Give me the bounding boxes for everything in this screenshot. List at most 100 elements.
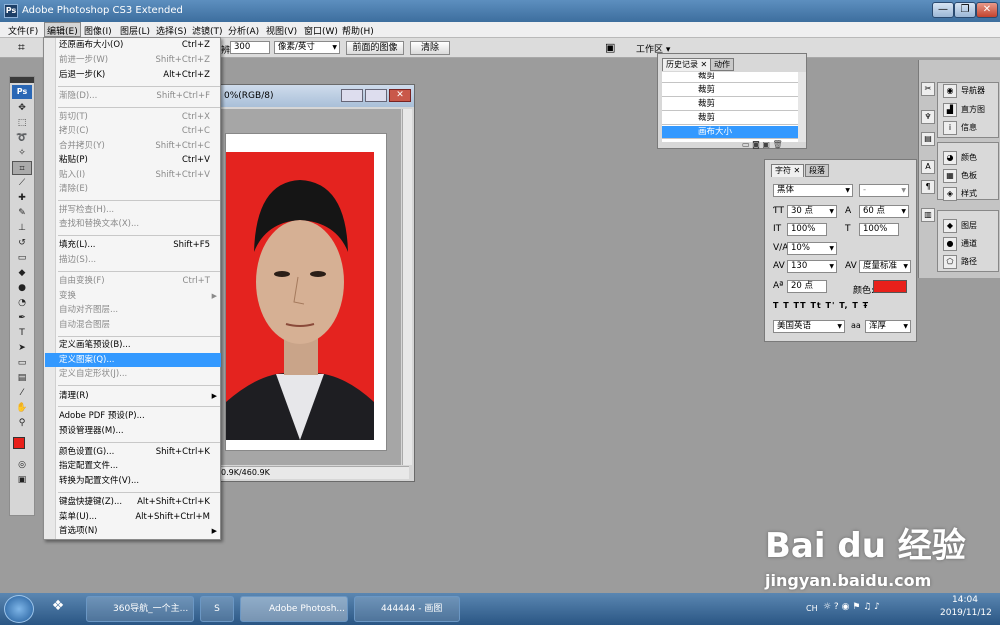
taskbar-item-paint[interactable]: 444444 - 画图: [354, 596, 460, 622]
menu-image[interactable]: 图像(I): [84, 24, 112, 37]
menu-help[interactable]: 帮助(H): [342, 24, 374, 37]
tool-presets-icon[interactable]: ♆: [921, 110, 935, 124]
magic-wand-tool-icon[interactable]: ✧: [12, 146, 32, 160]
doc-close-button[interactable]: ✕: [389, 89, 411, 102]
menu-item-find-replace[interactable]: 查找和替换文本(X)...: [58, 217, 220, 231]
text-color-swatch[interactable]: [873, 280, 907, 293]
dodge-tool-icon[interactable]: ◔: [12, 296, 32, 310]
tab-history[interactable]: 历史记录 ✕: [662, 58, 712, 71]
menu-item-stroke[interactable]: 描边(S)...: [58, 253, 220, 267]
menu-item-fade[interactable]: 渐隐(D)... Shift+Ctrl+F: [58, 89, 220, 103]
kerning-select[interactable]: 度量标准: [859, 260, 911, 273]
menu-item-define-pattern[interactable]: 定义图案(Q)...: [45, 353, 221, 367]
menu-view[interactable]: 视图(V): [266, 24, 297, 37]
slice-tool-icon[interactable]: ⟋: [12, 176, 32, 190]
history-item[interactable]: 裁剪: [662, 84, 798, 97]
menu-filter[interactable]: 滤镜(T): [192, 24, 223, 37]
stamp-tool-icon[interactable]: ⊥: [12, 221, 32, 235]
menu-item-auto-blend[interactable]: 自动混合图层: [58, 318, 220, 332]
horizontal-scale-input[interactable]: 100%: [859, 223, 899, 236]
menu-item-keyboard-shortcuts[interactable]: 键盘快捷键(Z)... Alt+Shift+Ctrl+K: [58, 495, 220, 509]
menu-item-preset-manager[interactable]: 预设管理器(M)...: [58, 424, 220, 438]
dock-styles[interactable]: 样式: [961, 186, 977, 202]
vertical-scale-input[interactable]: 100%: [787, 223, 827, 236]
move-tool-icon[interactable]: ✥: [12, 101, 32, 115]
brush-tool-icon[interactable]: ✎: [12, 206, 32, 220]
menu-item-color-settings[interactable]: 颜色设置(G)... Shift+Ctrl+K: [58, 445, 220, 459]
tab-character[interactable]: 字符 ✕: [771, 164, 805, 177]
quick-mask-icon[interactable]: ◎: [12, 458, 32, 472]
healing-brush-icon[interactable]: ✚: [12, 191, 32, 205]
history-footer-icons[interactable]: ▭ ◙ ▣ 🗑: [742, 140, 783, 149]
menu-item-auto-align[interactable]: 自动对齐图层...: [58, 303, 220, 317]
resolution-input[interactable]: 300: [230, 41, 270, 54]
tab-actions[interactable]: 动作: [710, 58, 734, 71]
crop-tool-icon[interactable]: ⌗: [12, 161, 32, 175]
menu-item-step-backward[interactable]: 后退一步(K) Alt+Ctrl+Z: [58, 68, 220, 82]
menu-item-transform[interactable]: 变换 ▶: [58, 289, 220, 303]
shape-tool-icon[interactable]: ▭: [12, 356, 32, 370]
menu-item-free-transform[interactable]: 自由变换(F) Ctrl+T: [58, 274, 220, 288]
taskbar-item-360[interactable]: 360导航_一个主...: [86, 596, 194, 622]
menu-edit[interactable]: 编辑(E): [44, 22, 81, 37]
blur-tool-icon[interactable]: ●: [12, 281, 32, 295]
font-size-select[interactable]: 30 点: [787, 205, 837, 218]
menu-item-copy[interactable]: 拷贝(C) Ctrl+C: [58, 124, 220, 138]
resolution-unit-select[interactable]: 像素/英寸: [274, 41, 340, 54]
swatches-icon[interactable]: ▦: [943, 169, 957, 183]
history-brush-icon[interactable]: ↺: [12, 236, 32, 250]
crop-icon[interactable]: ⌗: [18, 40, 25, 55]
leading-select[interactable]: 60 点: [859, 205, 909, 218]
menu-item-paste-into[interactable]: 贴入(I) Shift+Ctrl+V: [58, 168, 220, 182]
menu-item-check-spelling[interactable]: 拼写检查(H)...: [58, 203, 220, 217]
menu-item-pdf-presets[interactable]: Adobe PDF 预设(P)...: [58, 409, 220, 423]
menu-item-clear[interactable]: 清除(E): [58, 182, 220, 196]
menu-item-assign-profile[interactable]: 指定配置文件...: [58, 459, 220, 473]
pen-tool-icon[interactable]: ✒: [12, 311, 32, 325]
paragraph-icon[interactable]: ¶: [921, 180, 935, 194]
start-button[interactable]: [4, 595, 34, 623]
dock-color[interactable]: 颜色: [961, 150, 977, 166]
menu-item-purge[interactable]: 清理(R) ▶: [58, 389, 220, 403]
history-item[interactable]: 裁剪: [662, 112, 798, 125]
vertical-scrollbar[interactable]: [402, 109, 412, 465]
history-item-selected[interactable]: 画布大小: [662, 126, 798, 139]
menu-item-menus[interactable]: 菜单(U)... Alt+Shift+Ctrl+M: [58, 510, 220, 524]
color-icon[interactable]: ◕: [943, 151, 957, 165]
marquee-tool-icon[interactable]: ⬚: [12, 116, 32, 130]
menu-item-paste[interactable]: 粘贴(P) Ctrl+V: [58, 153, 220, 167]
menu-item-define-shape[interactable]: 定义自定形状(J)...: [58, 367, 220, 381]
anti-alias-select[interactable]: 浑厚: [865, 320, 911, 333]
paths-icon[interactable]: ⬠: [943, 255, 957, 269]
history-item[interactable]: 裁剪: [662, 98, 798, 111]
dock-swatches[interactable]: 色板: [961, 168, 977, 184]
baseline-select[interactable]: 10%: [787, 242, 837, 255]
dock-info[interactable]: 信息: [961, 120, 977, 136]
dock-paths[interactable]: 路径: [961, 254, 977, 270]
dock-histogram[interactable]: 直方图: [961, 102, 985, 118]
canvas-area[interactable]: [219, 109, 401, 465]
close-button[interactable]: ✕: [976, 2, 998, 18]
menu-layer[interactable]: 图层(L): [120, 24, 150, 37]
restore-button[interactable]: ❐: [954, 2, 976, 18]
input-language[interactable]: CH: [806, 604, 818, 613]
hand-tool-icon[interactable]: ✋: [12, 401, 32, 415]
color-swatches[interactable]: [10, 431, 34, 457]
menu-window[interactable]: 窗口(W): [304, 24, 338, 37]
type-tool-icon[interactable]: T: [12, 326, 32, 340]
clone-source-icon[interactable]: ▥: [921, 208, 935, 222]
minimize-button[interactable]: —: [932, 2, 954, 18]
tray-icons[interactable]: ☼ ? ◉ ⚑ ♫ ♪: [823, 602, 880, 612]
language-select[interactable]: 美国英语: [773, 320, 845, 333]
menu-item-fill[interactable]: 填充(L)... Shift+F5: [58, 238, 220, 252]
front-image-button[interactable]: 前面的图像: [346, 41, 404, 55]
channels-icon[interactable]: ●: [943, 237, 957, 251]
menu-item-preferences[interactable]: 首选项(N) ▶: [58, 524, 220, 538]
history-item[interactable]: 裁剪: [662, 72, 798, 83]
info-icon[interactable]: i: [943, 121, 957, 135]
notes-tool-icon[interactable]: ▤: [12, 371, 32, 385]
menu-file[interactable]: 文件(F): [8, 24, 38, 37]
canvas[interactable]: [225, 133, 387, 451]
menu-item-define-brush[interactable]: 定义画笔预设(B)...: [58, 338, 220, 352]
taskbar-item-photoshop[interactable]: Adobe Photosh...: [240, 596, 348, 622]
